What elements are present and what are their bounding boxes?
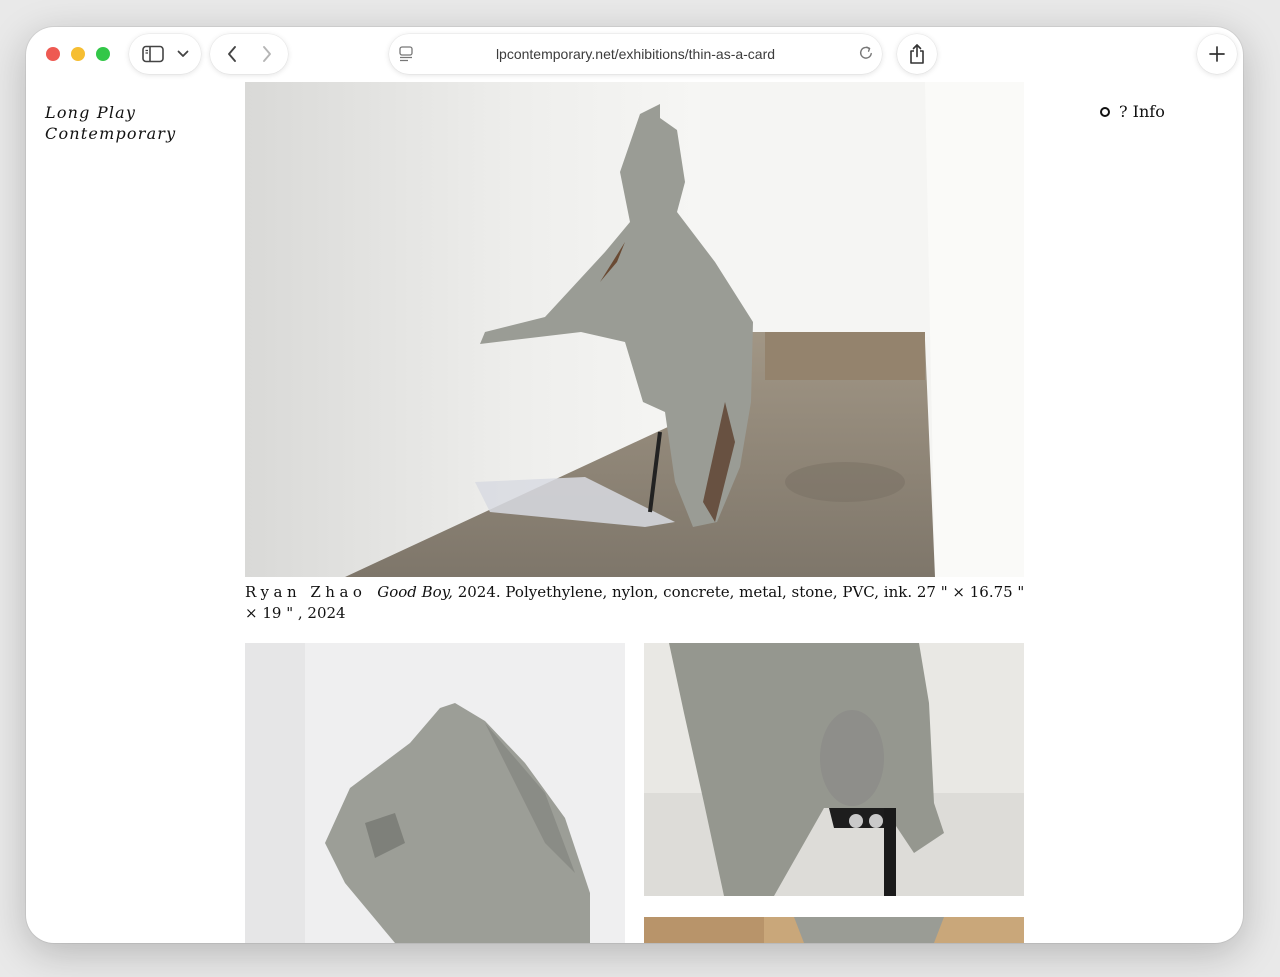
navigation-group xyxy=(210,34,288,74)
chevron-left-icon[interactable] xyxy=(226,45,238,63)
new-tab-button[interactable] xyxy=(1197,34,1237,74)
sidebar-toggle-group xyxy=(129,34,201,74)
artwork-photo-additional[interactable] xyxy=(644,917,1024,943)
sidebar-icon[interactable] xyxy=(141,45,164,63)
zoom-window-button[interactable] xyxy=(96,47,110,61)
browser-toolbar: lpcontemporary.net/exhibitions/thin-as-a… xyxy=(26,27,1243,83)
site-title-link[interactable]: Long Play Contemporary xyxy=(45,102,176,144)
site-title-line-1: Long Play xyxy=(45,103,137,122)
circle-icon xyxy=(1100,106,1110,117)
share-button[interactable] xyxy=(897,34,937,74)
address-bar[interactable]: lpcontemporary.net/exhibitions/thin-as-a… xyxy=(389,34,882,74)
url-text: lpcontemporary.net/exhibitions/thin-as-a… xyxy=(495,46,776,62)
info-label: ? Info xyxy=(1119,102,1165,121)
minimize-window-button[interactable] xyxy=(71,47,85,61)
info-link[interactable]: ? Info xyxy=(1100,102,1165,121)
artwork-caption: Ryan Zhao Good Boy, 2024. Polyethylene, … xyxy=(245,582,1025,624)
artwork-photo-head-detail[interactable] xyxy=(245,643,625,943)
plus-icon xyxy=(1209,46,1225,62)
reload-icon[interactable] xyxy=(858,45,874,61)
artwork-photo-leg-detail[interactable] xyxy=(644,643,1024,896)
browser-window: lpcontemporary.net/exhibitions/thin-as-a… xyxy=(26,27,1243,943)
window-controls xyxy=(46,47,110,61)
artwork-title: Good Boy, xyxy=(377,583,453,601)
chevron-right-icon[interactable] xyxy=(261,45,273,63)
close-window-button[interactable] xyxy=(46,47,60,61)
share-icon xyxy=(908,43,926,65)
site-title-line-2: Contemporary xyxy=(45,124,177,143)
artist-name: Ryan Zhao xyxy=(245,583,367,601)
artwork-photo-main[interactable] xyxy=(245,82,1024,577)
chevron-down-icon[interactable] xyxy=(177,50,189,58)
